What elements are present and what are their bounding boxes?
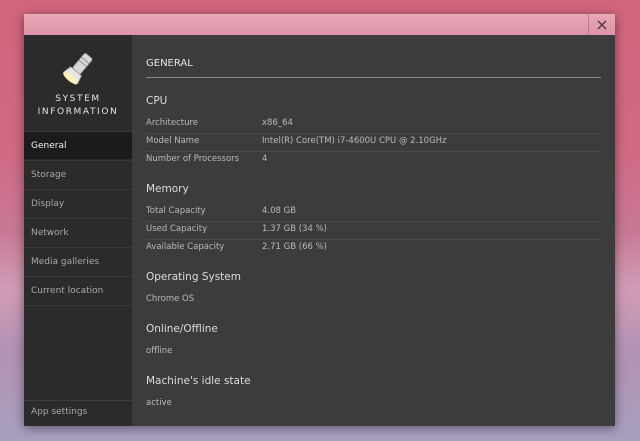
title-divider: [146, 77, 601, 78]
info-row-available-capacity: Available Capacity 2.71 GB (66 %): [146, 239, 601, 257]
row-label: Total Capacity: [146, 206, 206, 216]
os-value: Chrome OS: [146, 294, 195, 304]
page-title: GENERAL: [146, 58, 193, 69]
close-icon: ×: [595, 14, 609, 34]
row-value: Intel(R) Core(TM) i7-4600U CPU @ 2.10GHz: [262, 136, 447, 146]
section-heading-operating-system: Operating System: [146, 271, 241, 283]
row-value: 1.37 GB (34 %): [262, 224, 327, 234]
section-heading-cpu: CPU: [146, 95, 168, 107]
sidebar-divider: [24, 305, 132, 306]
row-value: 2.71 GB (66 %): [262, 242, 327, 252]
idle-state-value: active: [146, 398, 172, 408]
info-row-architecture: Architecture x86_64: [146, 115, 601, 134]
row-value: 4.08 GB: [262, 206, 297, 216]
flashlight-icon: [63, 53, 93, 85]
section-heading-memory: Memory: [146, 183, 189, 195]
info-row-used-capacity: Used Capacity 1.37 GB (34 %): [146, 221, 601, 240]
sidebar-item-general[interactable]: General: [24, 131, 132, 159]
sidebar: SYSTEM INFORMATION General Storage Displ…: [24, 35, 132, 426]
section-heading-idle-state: Machine's idle state: [146, 375, 251, 387]
main-content: GENERAL CPU Architecture x86_64 Model Na…: [132, 35, 615, 426]
row-value: x86_64: [262, 118, 293, 128]
app-title: SYSTEM INFORMATION: [37, 94, 119, 117]
info-row-model-name: Model Name Intel(R) Core(TM) i7-4600U CP…: [146, 133, 601, 152]
sidebar-item-media-galleries[interactable]: Media galleries: [24, 247, 132, 275]
row-value: 4: [262, 154, 268, 164]
sidebar-item-storage[interactable]: Storage: [24, 160, 132, 188]
row-label: Number of Processors: [146, 154, 240, 164]
row-label: Available Capacity: [146, 242, 225, 252]
app-logo: SYSTEM INFORMATION: [24, 35, 132, 131]
app-window: × SYSTEM INFORMATION General Storage Dis…: [24, 14, 615, 426]
section-heading-online-offline: Online/Offline: [146, 323, 218, 335]
row-label: Model Name: [146, 136, 200, 146]
sidebar-item-display[interactable]: Display: [24, 189, 132, 217]
sidebar-item-network[interactable]: Network: [24, 218, 132, 246]
title-bar[interactable]: ×: [24, 14, 615, 35]
sidebar-item-current-location[interactable]: Current location: [24, 276, 132, 304]
close-button[interactable]: ×: [588, 14, 615, 35]
app-settings-button[interactable]: App settings: [24, 400, 132, 426]
online-status-value: offline: [146, 346, 173, 356]
row-label: Architecture: [146, 118, 199, 128]
row-label: Used Capacity: [146, 224, 208, 234]
info-row-processors: Number of Processors 4: [146, 151, 601, 169]
info-row-total-capacity: Total Capacity 4.08 GB: [146, 203, 601, 222]
